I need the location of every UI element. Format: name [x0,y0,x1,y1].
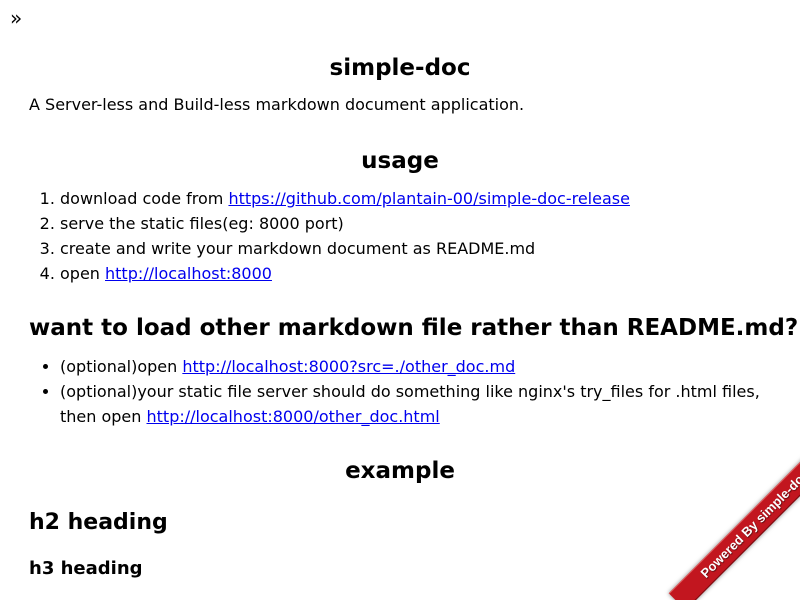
h3-heading: h3 heading [29,558,143,579]
usage-step-text: download code from [60,189,229,208]
other-doc-html-link[interactable]: http://localhost:8000/other_doc.html [147,407,440,426]
h2-heading: h2 heading [29,510,168,535]
doc-intro: A Server-less and Build-less markdown do… [29,95,525,114]
usage-step-text: serve the static files(eg: 8000 port) [60,214,344,233]
sidebar-toggle-icon[interactable]: » [10,6,22,30]
usage-steps: download code from https://github.com/pl… [29,186,771,286]
localhost-link[interactable]: http://localhost:8000 [105,264,272,283]
other-file-item: (optional)open http://localhost:8000?src… [60,354,771,379]
usage-step-text: create and write your markdown document … [60,239,536,258]
other-file-item: (optional)your static file server should… [60,379,771,429]
other-file-list: (optional)open http://localhost:8000?src… [29,354,771,429]
powered-by-ribbon-label[interactable]: Powered By simple-doc [668,450,800,600]
powered-by-ribbon: Powered By simple-doc [650,450,800,600]
usage-step-text: open [60,264,106,283]
doc-title: simple-doc [329,55,471,81]
usage-step: download code from https://github.com/pl… [60,186,771,211]
usage-step: create and write your markdown document … [60,236,771,261]
github-link[interactable]: https://github.com/plantain-00/simple-do… [228,189,630,208]
usage-heading: usage [361,148,439,174]
other-doc-md-link[interactable]: http://localhost:8000?src=./other_doc.md [182,357,515,376]
usage-step: open http://localhost:8000 [60,261,771,286]
usage-step: serve the static files(eg: 8000 port) [60,211,771,236]
other-file-heading: want to load other markdown file rather … [29,315,799,341]
other-file-text: (optional)open [60,357,183,376]
